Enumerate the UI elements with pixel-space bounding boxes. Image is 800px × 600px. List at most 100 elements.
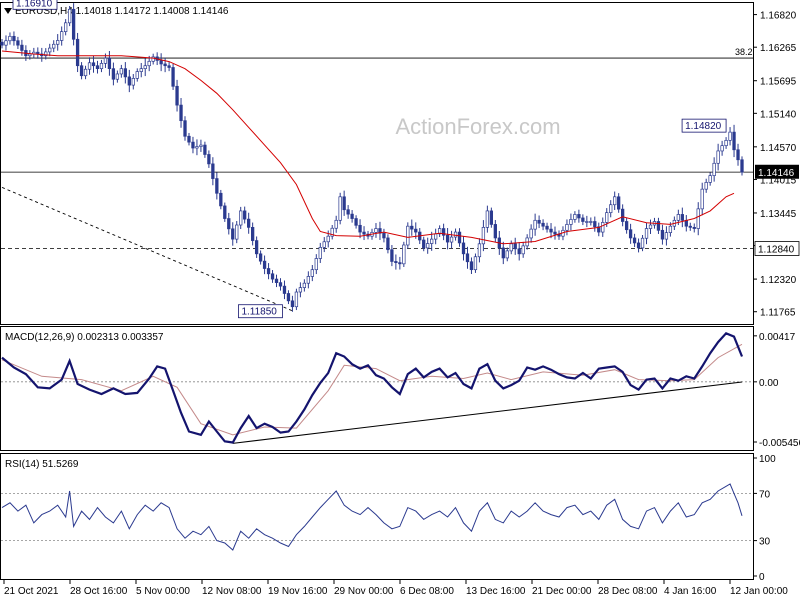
- candle-body: [430, 238, 434, 244]
- candle-body: [334, 219, 338, 229]
- candle-body: [87, 62, 92, 70]
- candle-body: [95, 65, 100, 70]
- candle-body: [266, 268, 271, 275]
- candle-body: [628, 229, 633, 239]
- candle-body: [569, 219, 573, 225]
- x-axis-label: 21 Dec 00:00: [532, 586, 592, 597]
- candle-body: [243, 210, 247, 220]
- candle-body: [310, 269, 314, 277]
- candle-body: [680, 214, 684, 221]
- candle-body: [187, 135, 191, 143]
- candle-body: [712, 162, 716, 176]
- price-axis-label: 1.12320: [760, 275, 797, 286]
- candle-body: [481, 227, 486, 245]
- candle-body: [624, 221, 629, 231]
- candle-body: [183, 120, 187, 137]
- candle-body: [664, 232, 669, 240]
- candle-body: [636, 242, 641, 249]
- candle-body: [398, 262, 402, 265]
- candle-body: [700, 188, 704, 210]
- price-axis-label: 1.16820: [760, 11, 797, 22]
- candle-body: [175, 85, 179, 106]
- x-axis-label: 12 Jan 00:00: [730, 586, 788, 597]
- candle-body: [171, 67, 175, 87]
- chart-background: [0, 0, 800, 600]
- candle-body: [445, 234, 450, 243]
- candle-body: [123, 68, 127, 78]
- candle-body: [688, 225, 692, 228]
- candle-body: [724, 140, 728, 147]
- candle-body: [632, 237, 637, 244]
- candle-body: [728, 131, 732, 141]
- candle-body: [350, 213, 354, 219]
- candle-body: [139, 68, 143, 72]
- support-price-label: 1.12840: [758, 245, 795, 256]
- candle-body: [406, 225, 410, 246]
- candle-body: [16, 40, 20, 46]
- candle-body: [75, 38, 80, 67]
- price-annotation-label: 1.16910: [16, 0, 53, 9]
- candle-body: [338, 196, 342, 221]
- candle-body: [422, 239, 426, 249]
- candle-body: [199, 144, 203, 147]
- candle-body: [282, 285, 287, 294]
- rsi-axis-label: 30: [759, 537, 771, 548]
- candle-body: [227, 218, 231, 230]
- candle-body: [493, 224, 497, 239]
- candle-body: [83, 68, 88, 77]
- candle-body: [99, 63, 104, 70]
- candle-body: [147, 60, 151, 67]
- candle-body: [617, 196, 621, 210]
- candle-body: [294, 291, 299, 308]
- x-axis-label: 28 Dec 08:00: [598, 586, 658, 597]
- candle-body: [79, 65, 84, 77]
- rsi-axis-label: 100: [759, 454, 776, 465]
- candle-body: [517, 248, 521, 255]
- price-axis-label: 1.15140: [760, 109, 797, 120]
- x-axis-label: 29 Nov 00:00: [334, 586, 394, 597]
- candle-body: [163, 63, 167, 67]
- candle-body: [585, 221, 589, 223]
- candle-body: [676, 214, 680, 221]
- candle-body: [8, 35, 12, 42]
- candle-body: [434, 233, 438, 240]
- candle-body: [354, 218, 358, 226]
- candle-body: [410, 225, 414, 230]
- candle-body: [473, 256, 478, 271]
- candle-body: [235, 224, 239, 240]
- candle-body: [278, 282, 283, 287]
- price-annotation-label: 1.11850: [241, 307, 277, 318]
- candle-body: [322, 241, 326, 248]
- candle-body: [127, 76, 131, 86]
- x-axis-label: 28 Oct 16:00: [70, 586, 128, 597]
- candle-body: [513, 243, 517, 250]
- candle-body: [131, 78, 135, 86]
- candle-body: [537, 219, 541, 224]
- candle-body: [219, 192, 223, 207]
- candle-body: [390, 249, 394, 262]
- candle-body: [720, 145, 724, 152]
- price-axis-label: 1.13445: [760, 209, 797, 220]
- candle-body: [581, 217, 585, 222]
- candle-body: [258, 253, 263, 262]
- candle-body: [191, 141, 195, 149]
- candle-body: [207, 154, 211, 165]
- candle-body: [402, 244, 406, 265]
- candle-body: [374, 228, 378, 233]
- x-axis-label: 12 Nov 08:00: [202, 586, 262, 597]
- x-axis-label: 5 Nov 00:00: [136, 586, 190, 597]
- price-annotation-label: 1.14820: [685, 121, 722, 132]
- candle-body: [477, 243, 482, 258]
- candle-body: [565, 224, 569, 231]
- candle-body: [135, 71, 139, 79]
- candle-body: [179, 104, 183, 122]
- candle-body: [250, 227, 255, 241]
- candle-body: [533, 219, 537, 230]
- candle-body: [577, 214, 581, 219]
- candle-body: [254, 240, 259, 255]
- x-axis-label: 6 Dec 08:00: [400, 586, 454, 597]
- candle-body: [52, 43, 56, 49]
- candle-body: [696, 208, 700, 229]
- candle-body: [28, 53, 32, 57]
- price-axis-label: 1.15695: [760, 77, 797, 88]
